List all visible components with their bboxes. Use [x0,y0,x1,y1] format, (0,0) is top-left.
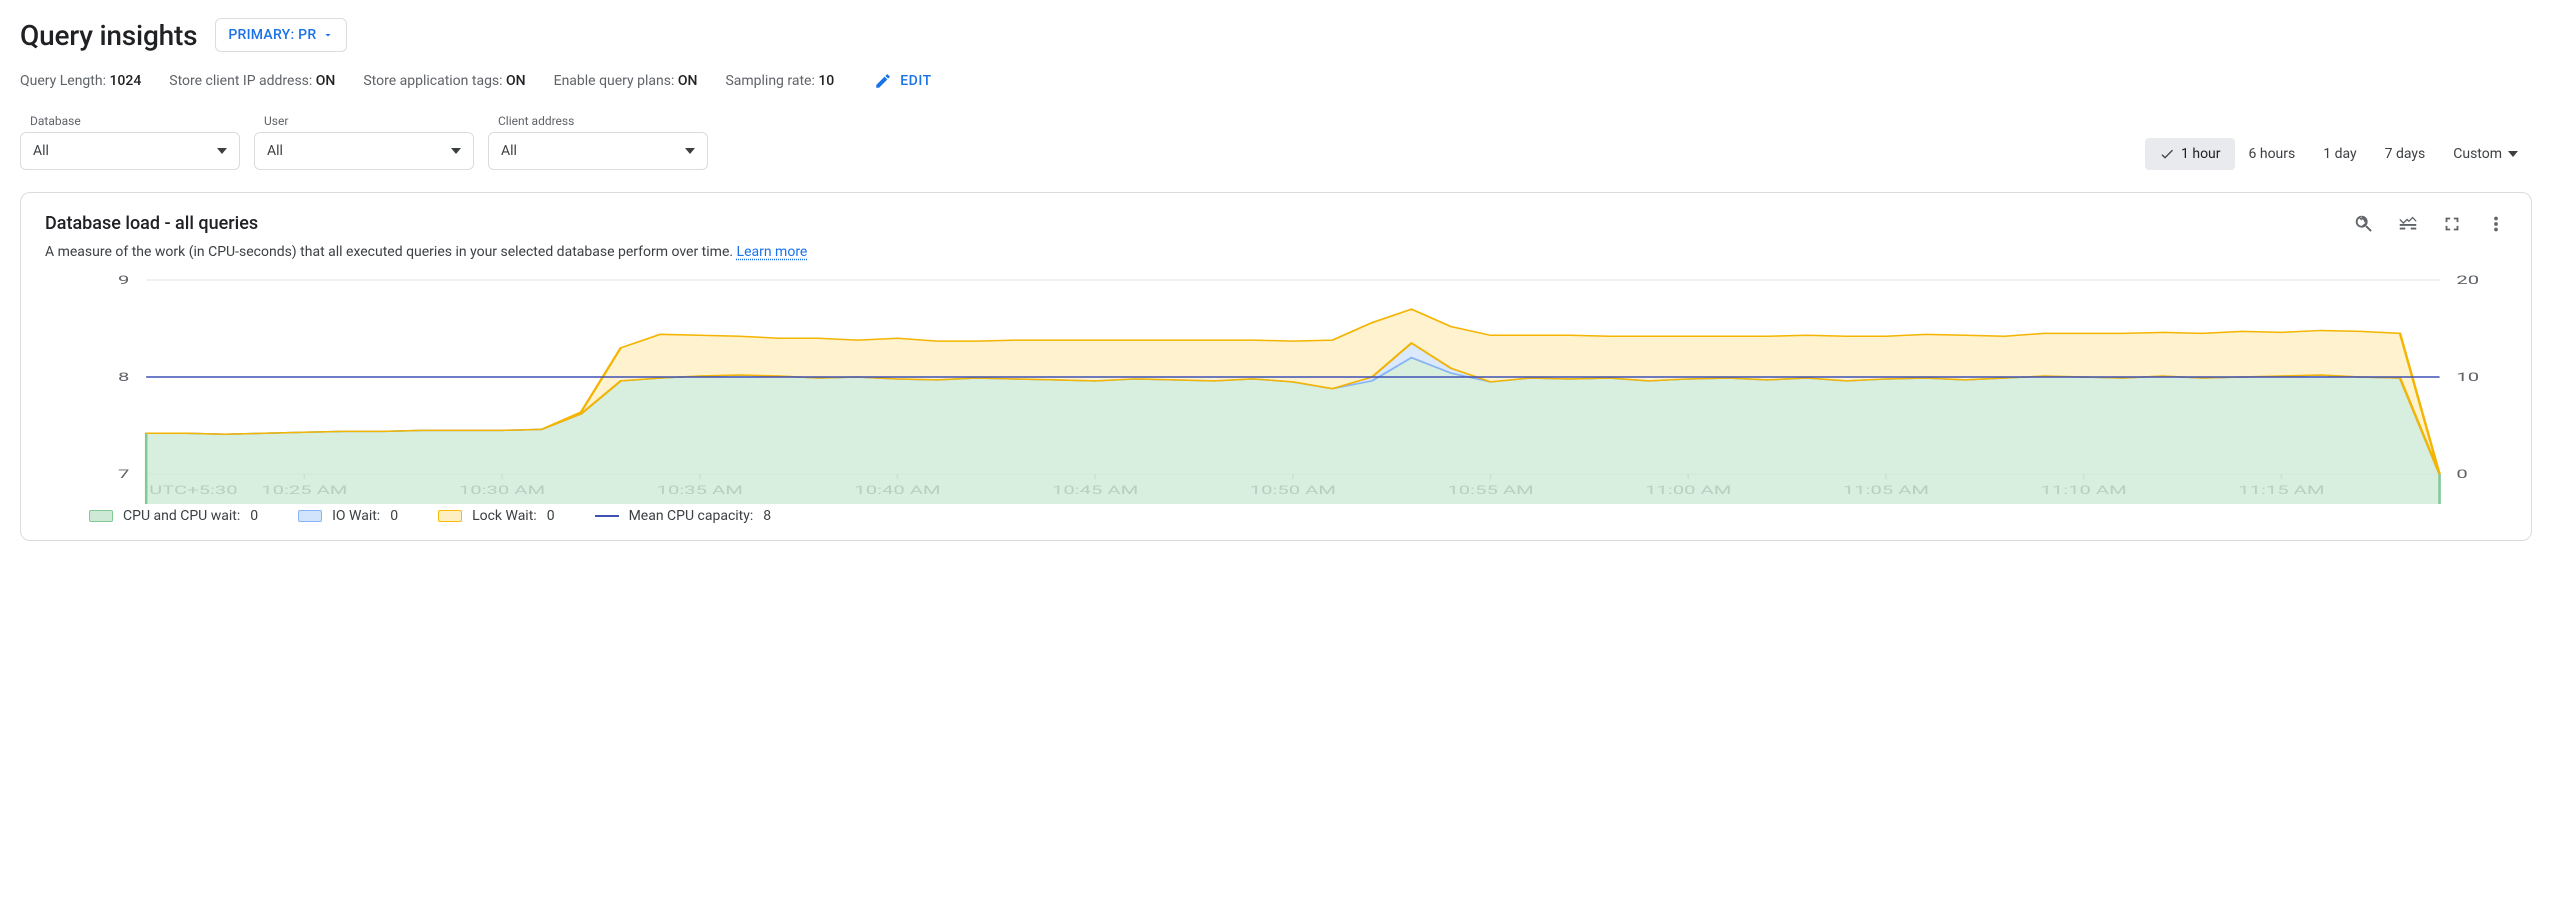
card-title: Database load - all queries [45,213,807,234]
legend-line-icon [595,515,619,517]
instance-selector[interactable]: PRIMARY: PR [215,18,347,52]
legend-lock-wait[interactable]: Lock Wait: 0 [438,508,554,524]
edit-button[interactable]: EDIT [874,72,931,90]
page-title: Query insights [20,19,197,52]
dropdown-icon [685,148,695,154]
learn-more-link[interactable]: Learn more [737,244,808,260]
dropdown-icon [2508,151,2518,157]
database-filter-label: Database [20,114,240,128]
reset-zoom-icon[interactable] [2353,213,2375,235]
user-filter-label: User [254,114,474,128]
pencil-icon [874,72,892,90]
time-range-selector: 1 hour 6 hours 1 day 7 days Custom [2145,138,2532,170]
legend-mean-cpu[interactable]: Mean CPU capacity: 8 [595,508,772,524]
setting-sampling-rate: Sampling rate: 10 [725,73,834,89]
card-subtitle: A measure of the work (in CPU-seconds) t… [45,244,807,260]
svg-text:0: 0 [2456,468,2467,482]
dropdown-icon [217,148,227,154]
chart-area[interactable]: 78901020UTC+5:3010:25 AM10:30 AM10:35 AM… [45,274,2507,504]
user-filter[interactable]: All [254,132,474,170]
instance-selector-label: PRIMARY: PR [228,27,316,43]
settings-strip: Query Length: 1024 Store client IP addre… [20,72,2532,90]
time-range-custom[interactable]: Custom [2439,138,2532,170]
svg-text:8: 8 [118,371,129,385]
legend-toggle-icon[interactable] [2397,213,2419,235]
client-filter[interactable]: All [488,132,708,170]
setting-app-tags: Store application tags: ON [363,73,525,89]
time-range-6hours[interactable]: 6 hours [2235,138,2310,170]
dropdown-icon [451,148,461,154]
database-filter[interactable]: All [20,132,240,170]
setting-client-ip: Store client IP address: ON [169,73,335,89]
legend-swatch-icon [438,510,462,522]
chart-legend: CPU and CPU wait: 0 IO Wait: 0 Lock Wait… [45,504,2507,524]
client-filter-label: Client address [488,114,708,128]
legend-io-wait[interactable]: IO Wait: 0 [298,508,398,524]
filter-group: Database All User All Client address All [20,114,708,170]
fullscreen-icon[interactable] [2441,213,2463,235]
legend-swatch-icon [89,510,113,522]
setting-query-plans: Enable query plans: ON [554,73,698,89]
dropdown-icon [322,29,334,41]
more-options-icon[interactable] [2485,213,2507,235]
time-range-7days[interactable]: 7 days [2371,138,2440,170]
svg-text:9: 9 [118,274,129,288]
svg-text:7: 7 [118,468,129,482]
legend-swatch-icon [298,510,322,522]
check-icon [2159,146,2175,162]
setting-query-length: Query Length: 1024 [20,73,141,89]
svg-text:10: 10 [2456,371,2479,385]
time-range-1day[interactable]: 1 day [2309,138,2370,170]
legend-cpu-wait[interactable]: CPU and CPU wait: 0 [89,508,258,524]
database-load-card: Database load - all queries A measure of… [20,192,2532,541]
svg-text:20: 20 [2456,274,2479,288]
time-range-1hour[interactable]: 1 hour [2145,138,2235,170]
